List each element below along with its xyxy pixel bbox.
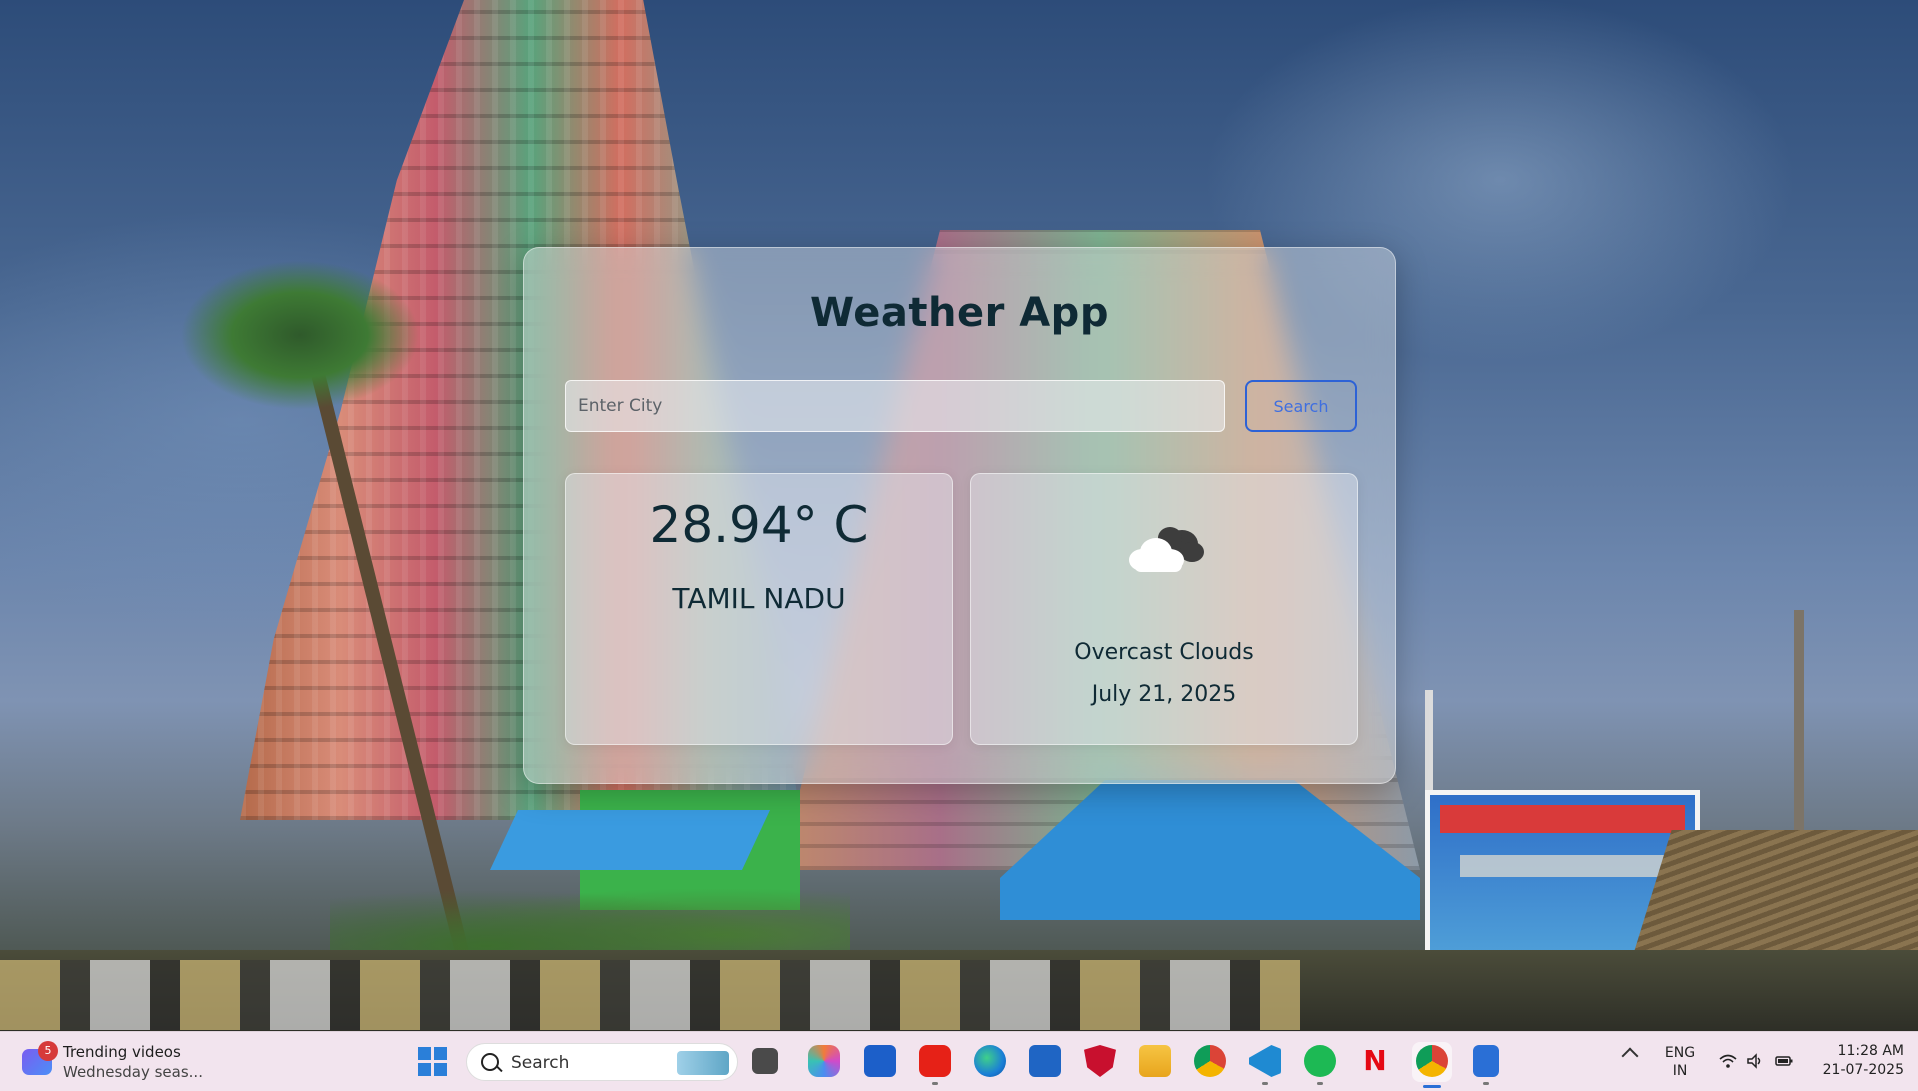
weather-date: July 21, 2025 xyxy=(1091,682,1237,707)
palm-leaves xyxy=(180,260,420,410)
show-hidden-icons-chevron-icon[interactable] xyxy=(1621,1047,1639,1065)
file-explorer-icon[interactable] xyxy=(1139,1045,1171,1077)
copilot-icon[interactable] xyxy=(808,1045,840,1077)
search-highlight-icon xyxy=(677,1051,729,1075)
store-icon[interactable] xyxy=(1029,1045,1061,1077)
chrome-icon[interactable] xyxy=(1194,1045,1226,1077)
notepad-icon[interactable] xyxy=(1473,1045,1499,1077)
search-icon xyxy=(481,1053,499,1071)
chrome-profile-icon[interactable] xyxy=(1416,1045,1448,1077)
start-button[interactable] xyxy=(418,1047,448,1077)
windows-logo-icon xyxy=(418,1047,431,1060)
taskbar-search-label: Search xyxy=(511,1053,570,1073)
youtube-icon[interactable] xyxy=(919,1045,951,1077)
weather-card: Weather App Search 28.94° C TAMIL NADU O… xyxy=(523,247,1396,784)
widget-title: Trending videos xyxy=(63,1043,181,1061)
editor-icon[interactable] xyxy=(864,1045,896,1077)
widgets-button[interactable]: 5 Trending videos Wednesday seas... xyxy=(22,1041,222,1083)
system-clock[interactable]: 11:28 AM 21-07-2025 xyxy=(1808,1042,1904,1080)
mcafee-icon[interactable] xyxy=(1084,1045,1116,1077)
battery-icon[interactable] xyxy=(1774,1051,1794,1071)
task-view-icon[interactable] xyxy=(752,1048,778,1074)
vscode-icon[interactable] xyxy=(1249,1045,1281,1077)
parked-vehicles xyxy=(0,960,1300,1030)
weather-description: Overcast Clouds xyxy=(1074,640,1254,665)
taskbar-search[interactable]: Search xyxy=(466,1043,738,1081)
app-title: Weather App xyxy=(810,290,1109,336)
blue-awning xyxy=(490,810,770,870)
overcast-cloud-icon xyxy=(1129,527,1204,572)
condition-panel: Overcast Clouds July 21, 2025 xyxy=(970,473,1358,745)
search-button[interactable]: Search xyxy=(1245,380,1357,432)
netflix-icon[interactable]: N xyxy=(1359,1045,1391,1077)
spotify-icon[interactable] xyxy=(1304,1045,1336,1077)
widget-subtitle: Wednesday seas... xyxy=(63,1063,203,1081)
taskbar: 5 Trending videos Wednesday seas... Sear… xyxy=(0,1031,1918,1091)
clock-date: 21-07-2025 xyxy=(1822,1062,1904,1078)
location-name: TAMIL NADU xyxy=(672,582,846,615)
city-search-input[interactable] xyxy=(565,380,1225,432)
wifi-icon[interactable] xyxy=(1718,1051,1738,1071)
temperature-panel: 28.94° C TAMIL NADU xyxy=(565,473,953,745)
temperature-value: 28.94° C xyxy=(649,496,869,554)
edge-icon[interactable] xyxy=(974,1045,1006,1077)
notification-badge: 5 xyxy=(38,1041,58,1061)
clock-time: 11:28 AM xyxy=(1837,1043,1904,1059)
volume-icon[interactable] xyxy=(1745,1051,1765,1071)
language-indicator[interactable]: ENG IN xyxy=(1662,1044,1698,1080)
